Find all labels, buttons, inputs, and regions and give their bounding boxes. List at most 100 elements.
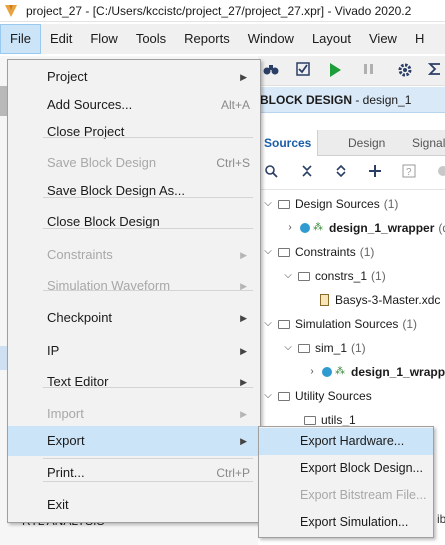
tree-label: Basys-3-Master.xdc bbox=[335, 293, 441, 307]
menu-file[interactable]: File bbox=[0, 24, 41, 54]
menu-separator bbox=[43, 197, 253, 198]
tab-sources[interactable]: Sources bbox=[258, 130, 319, 156]
add-icon[interactable] bbox=[366, 164, 384, 182]
submenu-export-block-design[interactable]: Export Block Design... bbox=[259, 455, 433, 482]
tree-sim-wrapper[interactable]: › ⁂ design_1_wrapp bbox=[306, 360, 445, 384]
menu-item-label: Close Block Design bbox=[47, 214, 160, 229]
run-icon[interactable] bbox=[326, 62, 344, 80]
menu-item-checkpoint[interactable]: Checkpoint ▶ bbox=[8, 303, 260, 333]
hierarchy-icon: ⁂ bbox=[313, 222, 323, 233]
tree-count: (1) bbox=[371, 269, 386, 283]
tree-label: sim_1 bbox=[315, 341, 348, 355]
collapse-all-icon[interactable] bbox=[298, 164, 316, 182]
tab-signals[interactable]: Signals bbox=[406, 130, 445, 156]
menu-view[interactable]: View bbox=[360, 24, 406, 54]
menu-item-label: Checkpoint bbox=[47, 310, 113, 325]
tree-label: Constraints bbox=[295, 245, 356, 259]
binoculars-icon[interactable] bbox=[262, 62, 280, 80]
tree-count: (1) bbox=[383, 197, 399, 211]
menu-shortcut: Alt+A bbox=[220, 98, 250, 112]
tree-count: (1) bbox=[351, 341, 366, 355]
checklist-icon[interactable] bbox=[294, 62, 312, 80]
expand-all-icon[interactable] bbox=[332, 164, 350, 182]
tree-count: (1) bbox=[359, 245, 375, 259]
menu-item-print[interactable]: Print... Ctrl+P bbox=[8, 458, 260, 488]
tree-constrs-1[interactable]: ⌵ constrs_1 (1) bbox=[282, 264, 386, 288]
menu-item-ip[interactable]: IP ▶ bbox=[8, 336, 260, 366]
menu-item-add-sources[interactable]: Add Sources... Alt+A bbox=[8, 90, 260, 120]
chevron-down-icon[interactable]: ⌵ bbox=[262, 312, 274, 336]
module-dot-icon bbox=[300, 223, 310, 233]
menu-layout[interactable]: Layout bbox=[303, 24, 360, 54]
menu-item-simulation-waveform[interactable]: Simulation Waveform ▶ bbox=[8, 271, 260, 301]
menu-item-label: Text Editor bbox=[47, 374, 109, 389]
menu-item-import[interactable]: Import ▶ bbox=[8, 399, 260, 429]
submenu-export-hardware[interactable]: Export Hardware... bbox=[259, 428, 433, 455]
menu-item-save-block-design[interactable]: Save Block Design Ctrl+S bbox=[8, 148, 260, 178]
chevron-down-icon[interactable]: ⌵ bbox=[262, 384, 274, 408]
tab-design[interactable]: Design bbox=[342, 130, 391, 156]
search-icon[interactable] bbox=[262, 164, 280, 182]
menu-reports[interactable]: Reports bbox=[175, 24, 239, 54]
chevron-right-icon[interactable]: › bbox=[284, 216, 296, 240]
tree-sim-1[interactable]: ⌵ sim_1 (1) bbox=[282, 336, 366, 360]
step-icon[interactable] bbox=[360, 62, 378, 80]
menu-item-constraints[interactable]: Constraints ▶ bbox=[8, 240, 260, 270]
chevron-down-icon[interactable]: ⌵ bbox=[262, 192, 274, 216]
menu-shortcut: Ctrl+S bbox=[216, 156, 250, 170]
folder-icon bbox=[278, 199, 290, 209]
gear-icon[interactable] bbox=[396, 62, 414, 80]
menu-separator bbox=[43, 137, 253, 138]
menu-flow[interactable]: Flow bbox=[81, 24, 126, 54]
vivado-logo-icon bbox=[5, 4, 17, 17]
tree-xdc-file[interactable]: Basys-3-Master.xdc bbox=[316, 288, 440, 312]
menu-item-exit[interactable]: Exit bbox=[8, 490, 260, 520]
folder-icon bbox=[298, 271, 310, 281]
menu-item-project[interactable]: Project ▶ bbox=[8, 62, 260, 92]
chevron-down-icon[interactable]: ⌵ bbox=[282, 336, 294, 360]
tree-simulation-sources[interactable]: ⌵ Simulation Sources (1) bbox=[262, 312, 417, 336]
sigma-icon[interactable] bbox=[426, 62, 444, 80]
menu-separator bbox=[43, 387, 253, 388]
chevron-down-icon[interactable]: ⌵ bbox=[282, 264, 294, 288]
tree-label: design_1_wrapp bbox=[351, 365, 445, 379]
tree-design-1-wrapper[interactable]: › ⁂ design_1_wrapper (d bbox=[284, 216, 445, 240]
menu-edit[interactable]: Edit bbox=[41, 24, 81, 54]
folder-icon bbox=[278, 247, 290, 257]
tree-utility-sources[interactable]: ⌵ Utility Sources bbox=[262, 384, 372, 408]
menu-item-save-block-design-as[interactable]: Save Block Design As... bbox=[8, 176, 260, 206]
chevron-down-icon[interactable]: ⌵ bbox=[262, 240, 274, 264]
menu-bar: File Edit Flow Tools Reports Window Layo… bbox=[0, 24, 445, 54]
submenu-export-simulation[interactable]: Export Simulation... bbox=[259, 509, 433, 536]
chevron-right-icon[interactable]: › bbox=[306, 360, 318, 384]
menu-item-close-project[interactable]: Close Project bbox=[8, 117, 260, 147]
partial-tree-text: ibi bbox=[437, 512, 445, 526]
menu-item-label: Import bbox=[47, 406, 84, 421]
menu-item-label: Export bbox=[47, 433, 85, 448]
tree-constraints[interactable]: ⌵ Constraints (1) bbox=[262, 240, 374, 264]
title-bar: project_27 - [C:/Users/kccistc/project_2… bbox=[0, 0, 445, 22]
tree-label: Utility Sources bbox=[295, 389, 372, 403]
submenu-export-bitstream-file[interactable]: Export Bitstream File... bbox=[259, 482, 433, 509]
help-icon[interactable]: ? bbox=[400, 164, 418, 182]
tree-count: (1) bbox=[402, 317, 418, 331]
menu-item-label: IP bbox=[47, 343, 60, 358]
settings-dot-icon[interactable] bbox=[432, 164, 445, 182]
menu-window[interactable]: Window bbox=[239, 24, 303, 54]
window-title: project_27 - [C:/Users/kccistc/project_2… bbox=[26, 3, 412, 18]
svg-text:?: ? bbox=[406, 167, 412, 178]
menu-item-text-editor[interactable]: Text Editor ▶ bbox=[8, 367, 260, 397]
menu-tools[interactable]: Tools bbox=[127, 24, 175, 54]
menu-separator bbox=[43, 290, 253, 291]
tree-design-sources[interactable]: ⌵ Design Sources (1) bbox=[262, 192, 398, 216]
folder-icon bbox=[278, 319, 290, 329]
menu-item-close-block-design[interactable]: Close Block Design bbox=[8, 207, 260, 237]
submenu-arrow-icon: ▶ bbox=[240, 313, 247, 323]
menu-item-export[interactable]: Export ▶ bbox=[8, 426, 260, 456]
submenu-arrow-icon: ▶ bbox=[240, 346, 247, 356]
submenu-arrow-icon: ▶ bbox=[240, 377, 247, 387]
hierarchy-icon: ⁂ bbox=[335, 366, 345, 377]
submenu-arrow-icon: ▶ bbox=[240, 72, 247, 82]
submenu-arrow-icon: ▶ bbox=[240, 409, 247, 419]
menu-help[interactable]: H bbox=[406, 24, 433, 54]
